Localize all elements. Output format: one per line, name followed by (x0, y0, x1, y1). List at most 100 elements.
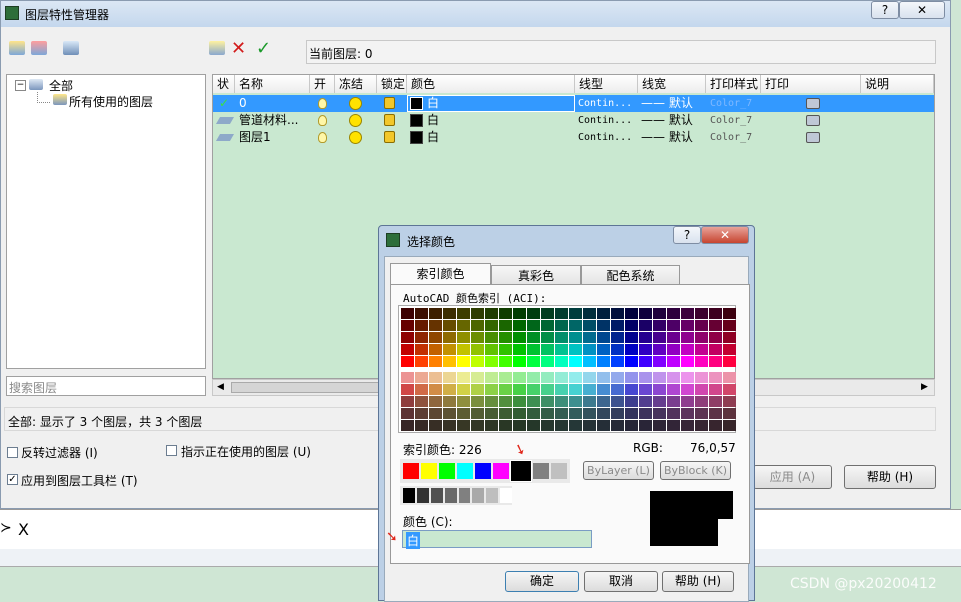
aci-swatch[interactable] (555, 344, 568, 355)
aci-swatch[interactable] (583, 372, 596, 383)
linetype[interactable]: Contin... (578, 95, 632, 112)
set-current-icon[interactable]: ✓ (256, 38, 271, 59)
aci-swatch[interactable] (611, 320, 624, 331)
aci-swatch[interactable] (401, 344, 414, 355)
standard-color-swatch[interactable] (493, 463, 509, 479)
aci-swatch[interactable] (541, 384, 554, 395)
color-name[interactable]: 白 (427, 112, 439, 129)
aci-swatch[interactable] (499, 384, 512, 395)
aci-shade-palette[interactable] (401, 372, 736, 431)
aci-swatch[interactable] (513, 332, 526, 343)
color-input-field[interactable]: 白 (402, 530, 592, 549)
standard-colors[interactable] (400, 459, 570, 483)
aci-swatch[interactable] (555, 320, 568, 331)
aci-swatch[interactable] (485, 356, 498, 367)
layer-name[interactable]: 管道材料... (239, 112, 298, 129)
aci-swatch[interactable] (471, 308, 484, 319)
layer-row[interactable]: 管道材料... 白 Contin... —— 默认 Color_7 (213, 112, 934, 129)
aci-swatch[interactable] (597, 384, 610, 395)
aci-swatch[interactable] (653, 408, 666, 419)
aci-swatch[interactable] (639, 320, 652, 331)
help-button[interactable]: 帮助 (H) (844, 465, 936, 489)
gray-color-swatch[interactable] (430, 488, 443, 503)
aci-swatch[interactable] (681, 396, 694, 407)
dialog-help-button[interactable]: ? (673, 226, 701, 244)
scroll-right-icon[interactable]: ▶ (921, 382, 928, 392)
aci-swatch[interactable] (513, 344, 526, 355)
aci-swatch[interactable] (569, 320, 582, 331)
aci-swatch[interactable] (709, 420, 722, 431)
aci-swatch[interactable] (681, 408, 694, 419)
aci-swatch[interactable] (443, 384, 456, 395)
aci-swatch[interactable] (709, 396, 722, 407)
aci-swatch[interactable] (499, 408, 512, 419)
aci-swatch[interactable] (695, 332, 708, 343)
aci-swatch[interactable] (485, 384, 498, 395)
aci-swatch[interactable] (541, 332, 554, 343)
aci-swatch[interactable] (667, 320, 680, 331)
aci-swatch[interactable] (639, 384, 652, 395)
ok-button[interactable]: 确定 (505, 571, 579, 592)
aci-swatch[interactable] (709, 320, 722, 331)
aci-swatch[interactable] (597, 308, 610, 319)
aci-swatch[interactable] (625, 356, 638, 367)
aci-swatch[interactable] (625, 320, 638, 331)
aci-swatch[interactable] (569, 408, 582, 419)
aci-swatch[interactable] (499, 356, 512, 367)
aci-swatch[interactable] (555, 372, 568, 383)
aci-swatch[interactable] (513, 320, 526, 331)
aci-swatch[interactable] (625, 384, 638, 395)
aci-swatch[interactable] (597, 372, 610, 383)
aci-swatch[interactable] (569, 420, 582, 431)
aci-swatch[interactable] (709, 308, 722, 319)
aci-swatch[interactable] (527, 396, 540, 407)
col-lock[interactable]: 锁定 (377, 75, 407, 93)
aci-swatch[interactable] (625, 372, 638, 383)
aci-swatch[interactable] (541, 320, 554, 331)
col-plotstyle[interactable]: 打印样式 (706, 75, 761, 93)
aci-swatch[interactable] (541, 356, 554, 367)
group-filter-icon[interactable] (31, 41, 47, 55)
aci-swatch[interactable] (625, 408, 638, 419)
aci-swatch[interactable] (541, 372, 554, 383)
dialog-close-button[interactable]: ✕ (701, 226, 749, 244)
aci-swatch[interactable] (513, 356, 526, 367)
aci-swatch[interactable] (429, 356, 442, 367)
aci-swatch[interactable] (443, 308, 456, 319)
aci-swatch[interactable] (485, 372, 498, 383)
aci-swatch[interactable] (443, 344, 456, 355)
aci-swatch[interactable] (555, 396, 568, 407)
aci-swatch[interactable] (443, 320, 456, 331)
cancel-button[interactable]: 取消 (584, 571, 658, 592)
aci-swatch[interactable] (653, 320, 666, 331)
aci-swatch[interactable] (457, 308, 470, 319)
aci-swatch[interactable] (499, 372, 512, 383)
tab-color-books[interactable]: 配色系统 (581, 265, 680, 285)
aci-swatch[interactable] (681, 420, 694, 431)
aci-swatch[interactable] (415, 396, 428, 407)
aci-swatch[interactable] (401, 420, 414, 431)
aci-swatch[interactable] (429, 344, 442, 355)
aci-swatch[interactable] (415, 344, 428, 355)
aci-swatch[interactable] (457, 396, 470, 407)
aci-swatch[interactable] (597, 408, 610, 419)
sun-thaw-icon[interactable] (349, 114, 362, 127)
aci-swatch[interactable] (415, 408, 428, 419)
aci-swatch[interactable] (457, 420, 470, 431)
aci-swatch[interactable] (457, 384, 470, 395)
aci-swatch[interactable] (569, 396, 582, 407)
aci-swatch[interactable] (527, 332, 540, 343)
standard-color-swatch[interactable] (421, 463, 437, 479)
aci-swatch[interactable] (401, 320, 414, 331)
aci-swatch[interactable] (597, 332, 610, 343)
aci-swatch[interactable] (611, 308, 624, 319)
col-status[interactable]: 状 (213, 75, 235, 93)
aci-swatch[interactable] (471, 356, 484, 367)
aci-swatch[interactable] (653, 308, 666, 319)
aci-swatch[interactable] (401, 408, 414, 419)
aci-main-palette[interactable] (401, 308, 736, 367)
aci-swatch[interactable] (401, 396, 414, 407)
scroll-thumb[interactable] (231, 382, 381, 393)
aci-swatch[interactable] (401, 356, 414, 367)
aci-swatch[interactable] (653, 396, 666, 407)
